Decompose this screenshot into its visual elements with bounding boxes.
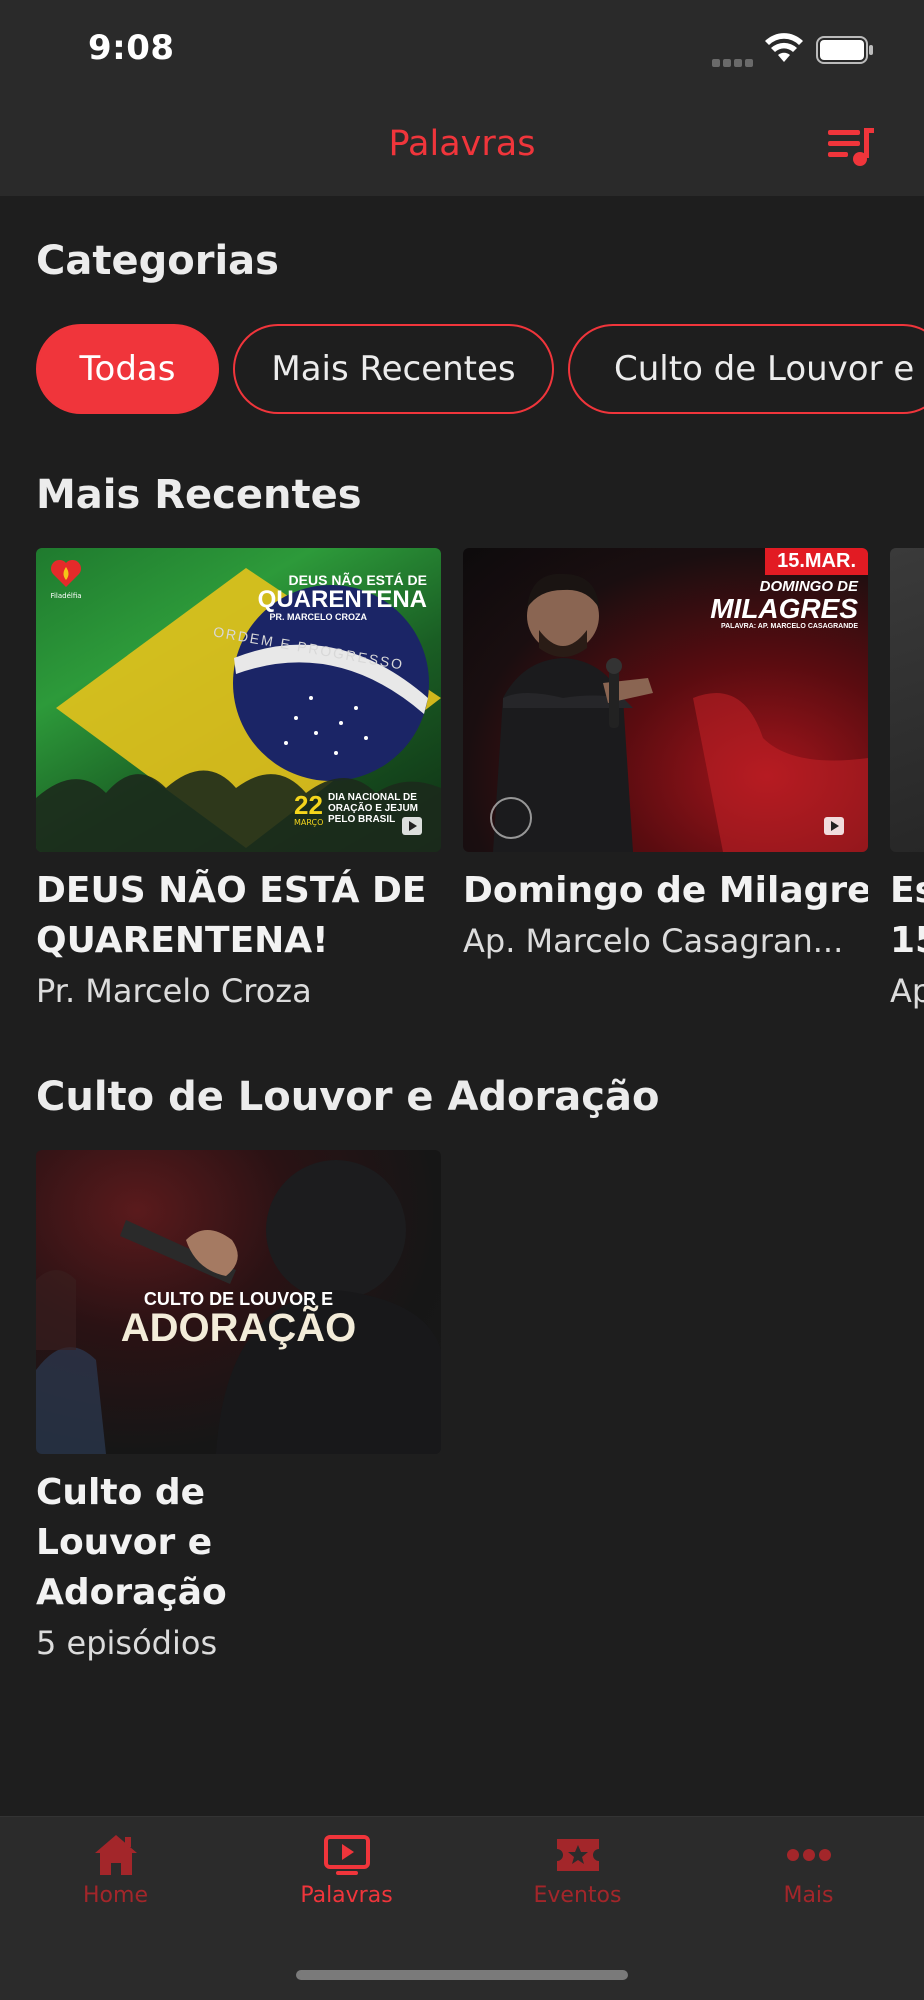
series-card[interactable]: CULTO DE LOUVOR E ADORAÇÃO Culto de Louv…: [36, 1150, 441, 1668]
battery-icon: [816, 36, 873, 64]
episode-title: DEUS NÃO ESTÁ DE QUARENTENA!: [36, 870, 427, 961]
main-content[interactable]: Categorias Todas Mais Recentes Culto de …: [0, 196, 924, 1816]
page-title: Palavras: [388, 124, 536, 164]
church-logo: Filadélfia: [48, 558, 84, 602]
artwork-date-badge: 15.MAR.: [765, 548, 868, 575]
ticket-icon: [556, 1839, 599, 1871]
nav-bar: Palavras: [0, 100, 924, 196]
tab-label: Home: [83, 1883, 148, 1908]
more-dots-icon: [786, 1849, 831, 1861]
home-icon: [94, 1835, 137, 1875]
wifi-icon: [765, 33, 803, 62]
play-badge-icon: [402, 817, 422, 835]
tab-label: Eventos: [533, 1883, 622, 1908]
episode-artwork[interactable]: DEUS NÃO ESTÁ DE QUARENTENA PR. MARCELO …: [36, 548, 441, 852]
tab-eventos[interactable]: Eventos: [462, 1831, 693, 1908]
artwork-byline: PR. MARCELO CROZA: [269, 612, 368, 622]
recent-heading: Mais Recentes: [36, 472, 362, 518]
episode-artwork[interactable]: [890, 548, 924, 852]
artwork-heading-big: QUARENTENA: [257, 586, 427, 613]
artwork-date-day: 22: [294, 790, 323, 820]
tab-mais[interactable]: Mais: [693, 1831, 924, 1908]
category-pill-worship[interactable]: Culto de Louvor e A: [568, 324, 924, 414]
playlist-music-icon[interactable]: [826, 124, 874, 168]
episode-card[interactable]: DEUS NÃO ESTÁ DE QUARENTENA PR. MARCELO …: [36, 548, 441, 1016]
episode-card[interactable]: Es 15 Ap: [890, 548, 924, 1016]
series-artwork[interactable]: CULTO DE LOUVOR E ADORAÇÃO: [36, 1150, 441, 1454]
episode-speaker: Ap. Marcelo Casagran...: [463, 922, 844, 960]
series-episode-count: 5 episódios: [36, 1624, 218, 1662]
categories-heading: Categorias: [36, 238, 279, 284]
tab-home[interactable]: Home: [0, 1831, 231, 1908]
episode-artwork[interactable]: 15.MAR. DOMINGO DE MILAGRES PALAVRA: AP.…: [463, 548, 868, 852]
tab-label: Mais: [783, 1883, 834, 1908]
episode-title: Es 15: [890, 870, 924, 961]
series-title: Culto de Louvor e Adoração: [36, 1472, 227, 1613]
cellular-signal-icon: [712, 52, 756, 71]
artwork-date-month: MARÇO: [294, 818, 324, 827]
status-time: 9:08: [88, 28, 175, 68]
status-bar: 9:08: [0, 0, 924, 100]
episode-speaker: Ap: [890, 972, 924, 1010]
artwork-heading-big: MILAGRES: [710, 593, 858, 624]
episode-speaker: Pr. Marcelo Croza: [36, 972, 312, 1010]
category-pill-all[interactable]: Todas: [36, 324, 219, 414]
category-pill-recent[interactable]: Mais Recentes: [233, 324, 554, 414]
artwork-heading-big: ADORAÇÃO: [120, 1306, 357, 1350]
tab-label: Palavras: [300, 1883, 393, 1908]
home-indicator[interactable]: [296, 1970, 628, 1980]
artwork-byline: PALAVRA: AP. MARCELO CASAGRANDE: [720, 623, 858, 630]
play-badge-icon: [824, 817, 844, 835]
worship-heading: Culto de Louvor e Adoração: [36, 1074, 660, 1120]
episode-card[interactable]: 15.MAR. DOMINGO DE MILAGRES PALAVRA: AP.…: [463, 548, 868, 966]
tab-palavras[interactable]: Palavras: [231, 1831, 462, 1908]
episode-title: Domingo de Milagres | Ap. Marcelo Casa..…: [463, 870, 868, 911]
video-play-icon: [323, 1835, 370, 1875]
